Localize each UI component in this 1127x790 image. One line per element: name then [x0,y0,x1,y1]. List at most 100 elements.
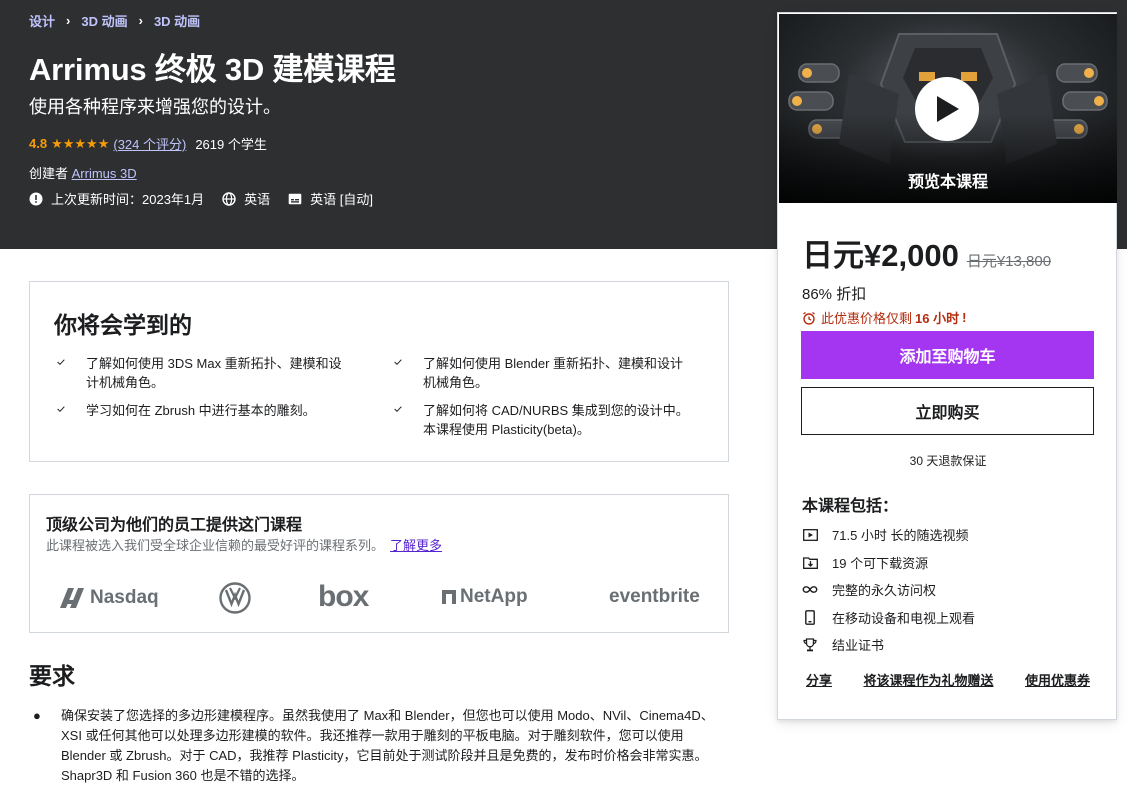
include-item-text: 在移动设备和电视上观看 [832,610,976,626]
money-back-guarantee: 30 天退款保证 [909,454,987,468]
check-icon [394,359,402,366]
course-subtitle: 使用各种程序来增强您的设计。 [29,97,281,117]
star-rating-icon: ★★★★★ [51,135,110,151]
learn-item-text: 学习如何在 Zbrush 中进行基本的雕刻。 [86,403,316,418]
learn-item: 了解如何将 CAD/NURBS 集成到您的设计中。本课程使用 Plasticit… [391,401,691,439]
urgency-suffix: ! [962,310,967,325]
eventbrite-logo-text: eventbrite [609,586,700,607]
captions-text: 英语 [自动] [310,192,374,207]
play-button[interactable] [915,77,979,141]
course-meta: 上次更新时间：2023年1月 英语 英语 [自动] [29,189,391,208]
netapp-logo-text: NetApp [460,586,528,607]
creator-link[interactable]: Arrimus 3D [72,166,137,181]
globe-icon [222,191,236,206]
alarm-clock-icon [803,311,815,325]
includes-title: 本课程包括： [802,498,899,515]
bullet-icon: ● [33,708,41,723]
price-row: 日元¥2,000 日元¥13,800 [802,230,1051,275]
volkswagen-logo [219,582,251,614]
rating-count-link[interactable]: (324 个评分) [113,134,186,153]
breadcrumb-item-3d-animation[interactable]: 3D 动画 [81,11,127,30]
eventbrite-logo: eventbrite [609,586,700,608]
business-promo: 顶级公司为他们的员工提供这门课程 此课程被选入我们受全球企业信赖的最受好评的课程… [29,494,729,633]
purchase-sidebar: 预览本课程 日元¥2,000 日元¥13,800 86% 折扣 此优惠价格仅剩 … [777,12,1117,720]
learn-more-link[interactable]: 了解更多 [390,538,442,553]
gift-course-link[interactable]: 将该课程作为礼物赠送 [859,670,997,689]
learn-item: 学习如何在 Zbrush 中进行基本的雕刻。 [54,401,354,420]
original-price: 日元¥13,800 [966,253,1052,270]
card-actions: 分享 将该课程作为礼物赠送 使用优惠券 [802,670,1094,689]
add-to-cart-button[interactable]: 添加至购物车 [801,331,1094,379]
what-you-will-learn: 你将会学到的 了解如何使用 3DS Max 重新拓扑、建模和设计机械角色。 了解… [29,281,729,462]
company-logos: Nasdaq box NetApp eventbrite [30,578,730,618]
include-item-downloads: 19 个可下载资源 [802,549,975,577]
netapp-mark-icon [442,590,456,604]
language: 英语 [222,189,270,208]
check-icon [57,406,65,413]
creator-line: 创建者 Arrimus 3D [29,163,137,182]
business-description: 此课程被选入我们受全球企业信赖的最受好评的课程系列。 了解更多 [46,535,442,554]
share-link[interactable]: 分享 [802,670,836,689]
breadcrumb: 设计 › 3D 动画 › 3D 动画 [29,11,200,30]
netapp-logo: NetApp [441,586,528,608]
business-description-text: 此课程被选入我们受全球企业信赖的最受好评的课程系列。 [46,538,385,553]
nasdaq-mark-icon [60,588,84,608]
requirement-text: 确保安装了您选择的多边形建模程序。虽然我使用了 Max和 Blender，但您也… [61,708,714,783]
urgency-time: 16 小时 [915,311,960,326]
rating-value: 4.8 [29,136,48,151]
requirements-list: ● 确保安装了您选择的多边形建模程序。虽然我使用了 Max和 Blender，但… [29,706,729,786]
requirements-title: 要求 [29,663,75,689]
infinity-icon [802,585,818,594]
chevron-right-icon: › [66,13,71,28]
breadcrumb-item-design[interactable]: 设计 [29,11,55,30]
box-logo-text: box [318,580,369,613]
includes-list: 71.5 小时 长的随选视频 19 个可下载资源 完整的永久访问权 在移动设备和… [802,521,975,659]
learn-title: 你将会学到的 [54,312,192,338]
course-title: Arrimus 终极 3D 建模课程 [29,52,396,87]
learn-item: 了解如何使用 3DS Max 重新拓扑、建模和设计机械角色。 [54,354,354,392]
last-updated: 上次更新时间：2023年1月 [29,189,204,208]
captions: 英语 [自动] [288,189,373,208]
check-icon [57,359,65,366]
requirement-item: ● 确保安装了您选择的多边形建模程序。虽然我使用了 Max和 Blender，但… [29,706,729,786]
include-item-video: 71.5 小时 长的随选视频 [802,521,975,549]
check-icon [394,406,402,413]
include-item-certificate: 结业证书 [802,631,975,659]
learn-item-text: 了解如何将 CAD/NURBS 集成到您的设计中。本课程使用 Plasticit… [423,403,689,437]
business-title: 顶级公司为他们的员工提供这门课程 [46,517,303,534]
urgency-message: 此优惠价格仅剩 16 小时 ! [802,308,966,327]
current-price: 日元¥2,000 [802,238,959,273]
volkswagen-mark-icon [219,582,251,614]
buy-now-button[interactable]: 立即购买 [801,387,1094,435]
box-logo: box [318,580,369,614]
last-updated-text: 上次更新时间：2023年1月 [51,192,205,207]
include-item-text: 19 个可下载资源 [832,555,929,571]
preview-label: 预览本课程 [907,174,988,191]
urgency-prefix: 此优惠价格仅剩 [821,311,913,326]
video-icon [802,528,818,541]
play-icon [937,96,959,122]
breadcrumb-item-3d-animation-topic[interactable]: 3D 动画 [154,11,200,30]
download-icon [802,556,818,569]
learn-item: 了解如何使用 Blender 重新拓扑、建模和设计机械角色。 [391,354,691,392]
apply-coupon-link[interactable]: 使用优惠券 [1021,670,1094,689]
include-item-text: 71.5 小时 长的随选视频 [832,528,969,544]
alert-badge-icon [29,192,43,205]
learn-item-text: 了解如何使用 3DS Max 重新拓扑、建模和设计机械角色。 [86,356,342,390]
student-count: 2619 个学生 [195,137,267,152]
trophy-icon [802,638,818,652]
mobile-icon [802,609,818,625]
include-item-lifetime-access: 完整的永久访问权 [802,576,975,604]
include-item-mobile: 在移动设备和电视上观看 [802,604,975,632]
include-item-text: 结业证书 [832,638,885,654]
learn-item-text: 了解如何使用 Blender 重新拓扑、建模和设计机械角色。 [423,356,684,390]
nasdaq-logo: Nasdaq [58,586,159,610]
course-preview-video[interactable]: 预览本课程 [779,14,1117,203]
nasdaq-logo-text: Nasdaq [90,587,159,608]
creator-label: 创建者 [29,166,69,181]
language-text: 英语 [244,192,271,207]
rating-row: 4.8 ★★★★★ (324 个评分) 2619 个学生 [29,134,267,153]
discount-label: 86% 折扣 [802,286,867,303]
closed-captions-icon [288,193,302,204]
chevron-right-icon: › [138,13,143,28]
